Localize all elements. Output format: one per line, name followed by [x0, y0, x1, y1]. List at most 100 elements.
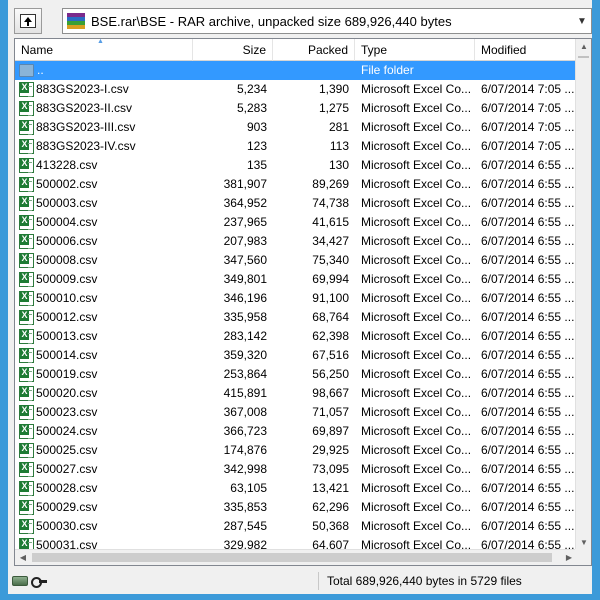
- cell-packed: 1,390: [318, 82, 349, 96]
- file-name: 500014.csv: [36, 348, 98, 362]
- file-rows: .. File folder 883GS2023-I.csv 5,234 1,390 Mi…: [15, 61, 577, 551]
- table-row[interactable]: 500002.csv 381,907 89,269 Microsoft Excel C…: [15, 175, 577, 194]
- table-row[interactable]: 500023.csv 367,008 71,057 Microsoft Excel C…: [15, 403, 577, 422]
- cell-size: 237,965: [223, 215, 267, 229]
- cell-size: 335,958: [223, 310, 267, 324]
- cell-name: 500004.csv: [15, 213, 193, 232]
- table-row[interactable]: 500013.csv 283,142 62,398 Microsoft Excel C…: [15, 327, 577, 346]
- cell-type: Microsoft Excel Co...: [361, 253, 472, 267]
- excel-icon: [19, 196, 34, 211]
- cell-type: Microsoft Excel Co...: [361, 405, 472, 419]
- cell-packed: 113: [329, 139, 349, 153]
- table-row[interactable]: 500014.csv 359,320 67,516 Microsoft Excel C…: [15, 346, 577, 365]
- table-row[interactable]: 883GS2023-I.csv 5,234 1,390 Microsoft Excel…: [15, 80, 577, 99]
- cell-packed: 41,615: [312, 215, 349, 229]
- up-one-level-button[interactable]: [14, 8, 42, 34]
- cell-modified: [475, 61, 577, 80]
- table-row[interactable]: 413228.csv 135 130 Microsoft Excel Co... 6/0…: [15, 156, 577, 175]
- cell-modified: 6/07/2014 6:55 ...: [481, 329, 575, 343]
- table-row[interactable]: 500006.csv 207,983 34,427 Microsoft Excel C…: [15, 232, 577, 251]
- cell-name: 883GS2023-II.csv: [15, 99, 193, 118]
- cell-type: Microsoft Excel Co...: [361, 120, 472, 134]
- column-header-modified[interactable]: Modified: [475, 39, 577, 61]
- sort-ascending-icon: ▲: [97, 39, 104, 45]
- cell-modified: 6/07/2014 6:55 ...: [481, 177, 575, 191]
- column-header-name[interactable]: ▲ Name: [15, 39, 193, 61]
- table-row[interactable]: 500004.csv 237,965 41,615 Microsoft Excel C…: [15, 213, 577, 232]
- table-row[interactable]: 500010.csv 346,196 91,100 Microsoft Excel C…: [15, 289, 577, 308]
- horizontal-scrollbar[interactable]: ◀ ▶: [15, 549, 577, 565]
- table-row[interactable]: 500027.csv 342,998 73,095 Microsoft Excel C…: [15, 460, 577, 479]
- cell-modified: 6/07/2014 6:55 ...: [481, 367, 575, 381]
- cell-packed: 98,667: [312, 386, 349, 400]
- column-header-size[interactable]: Size: [193, 39, 273, 61]
- address-bar-row: BSE.rar\BSE - RAR archive, unpacked size…: [8, 4, 592, 36]
- cell-modified: 6/07/2014 6:55 ...: [481, 348, 575, 362]
- cell-modified: 6/07/2014 6:55 ...: [481, 158, 575, 172]
- horizontal-scroll-thumb[interactable]: [32, 553, 552, 562]
- table-row[interactable]: 883GS2023-IV.csv 123 113 Microsoft Excel Co…: [15, 137, 577, 156]
- cell-packed: 71,057: [312, 405, 349, 419]
- key-icon[interactable]: [31, 576, 47, 588]
- cell-type: Microsoft Excel Co...: [361, 481, 472, 495]
- scroll-left-icon[interactable]: ◀: [15, 550, 31, 565]
- cell-packed: 34,427: [312, 234, 349, 248]
- file-name: 500004.csv: [36, 215, 98, 229]
- table-row[interactable]: 500028.csv 63,105 13,421 Microsoft Excel Co…: [15, 479, 577, 498]
- vertical-scrollbar[interactable]: ▲ ▼: [575, 39, 591, 551]
- cell-packed: 69,897: [312, 424, 349, 438]
- status-total-text: Total 689,926,440 bytes in 5729 files: [327, 574, 522, 588]
- excel-icon: [19, 177, 34, 192]
- table-row[interactable]: 883GS2023-II.csv 5,283 1,275 Microsoft Exce…: [15, 99, 577, 118]
- table-row[interactable]: 500020.csv 415,891 98,667 Microsoft Excel C…: [15, 384, 577, 403]
- cell-name: 883GS2023-I.csv: [15, 80, 193, 99]
- table-row[interactable]: 500008.csv 347,560 75,340 Microsoft Excel C…: [15, 251, 577, 270]
- cell-type: Microsoft Excel Co...: [361, 158, 472, 172]
- address-path: BSE.rar\BSE - RAR archive, unpacked size…: [91, 13, 452, 29]
- scroll-up-icon[interactable]: ▲: [576, 39, 591, 55]
- table-row[interactable]: 883GS2023-III.csv 903 281 Microsoft Excel C…: [15, 118, 577, 137]
- column-header-packed-label: Packed: [307, 43, 348, 57]
- vertical-scroll-thumb[interactable]: [578, 56, 589, 58]
- up-arrow-icon: [20, 14, 36, 28]
- table-row[interactable]: 500030.csv 287,545 50,368 Microsoft Excel C…: [15, 517, 577, 536]
- cell-name: 500013.csv: [15, 327, 193, 346]
- cell-name: 413228.csv: [15, 156, 193, 175]
- table-row[interactable]: 500003.csv 364,952 74,738 Microsoft Excel C…: [15, 194, 577, 213]
- table-row[interactable]: 500012.csv 335,958 68,764 Microsoft Excel C…: [15, 308, 577, 327]
- excel-icon: [19, 462, 34, 477]
- excel-icon: [19, 139, 34, 154]
- column-header-packed[interactable]: Packed: [273, 39, 355, 61]
- cell-type: Microsoft Excel Co...: [361, 291, 472, 305]
- cell-modified: 6/07/2014 6:55 ...: [481, 272, 575, 286]
- cell-type: Microsoft Excel Co...: [361, 177, 472, 191]
- table-row[interactable]: .. File folder: [15, 61, 577, 80]
- cell-name: 500006.csv: [15, 232, 193, 251]
- cell-type: Microsoft Excel Co...: [361, 348, 472, 362]
- cell-size: 283,142: [223, 329, 267, 343]
- window-frame-right: [592, 0, 600, 600]
- cell-name: 500024.csv: [15, 422, 193, 441]
- cell-size: 123: [246, 139, 267, 153]
- column-header-row: ▲ Name Size Packed Type Modified: [15, 39, 577, 61]
- chevron-down-icon[interactable]: ▼: [573, 16, 591, 27]
- column-header-type[interactable]: Type: [355, 39, 475, 61]
- address-combobox[interactable]: BSE.rar\BSE - RAR archive, unpacked size…: [62, 8, 592, 34]
- table-row[interactable]: 500024.csv 366,723 69,897 Microsoft Excel C…: [15, 422, 577, 441]
- drive-icon[interactable]: [12, 576, 28, 586]
- cell-modified: 6/07/2014 6:55 ...: [481, 196, 575, 210]
- file-name: 500028.csv: [36, 481, 98, 495]
- table-row[interactable]: 500009.csv 349,801 69,994 Microsoft Excel C…: [15, 270, 577, 289]
- table-row[interactable]: 500019.csv 253,864 56,250 Microsoft Excel C…: [15, 365, 577, 384]
- file-name: 500030.csv: [36, 519, 98, 533]
- file-name: 500027.csv: [36, 462, 98, 476]
- table-row[interactable]: 500029.csv 335,853 62,296 Microsoft Excel C…: [15, 498, 577, 517]
- table-row[interactable]: 500025.csv 174,876 29,925 Microsoft Excel C…: [15, 441, 577, 460]
- cell-modified: 6/07/2014 6:55 ...: [481, 424, 575, 438]
- cell-name: 500029.csv: [15, 498, 193, 517]
- cell-type: Microsoft Excel Co...: [361, 329, 472, 343]
- cell-size: 253,864: [223, 367, 267, 381]
- file-name: 500010.csv: [36, 291, 98, 305]
- cell-size: 174,876: [223, 443, 267, 457]
- cell-modified: 6/07/2014 6:55 ...: [481, 481, 575, 495]
